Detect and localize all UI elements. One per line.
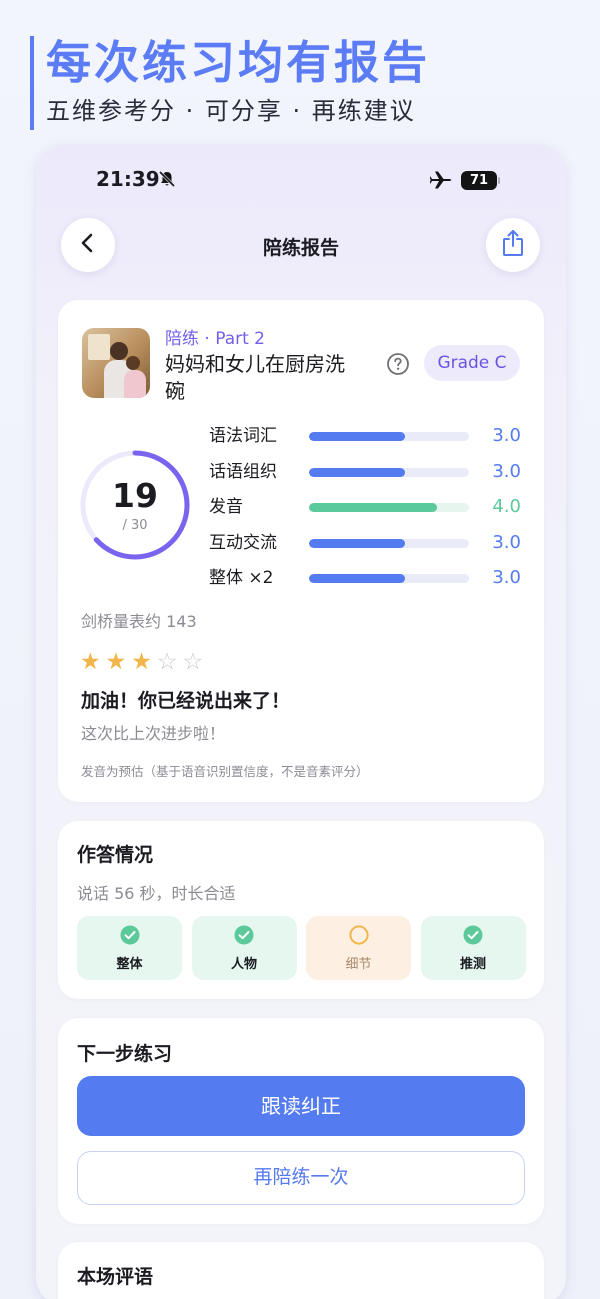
dimension-value: 3.0 <box>492 460 521 482</box>
coverage-chip: 细节 <box>306 916 411 980</box>
coverage-chip-label: 细节 <box>345 956 372 972</box>
status-bar: 21:39 71 <box>36 167 566 197</box>
promo-banner: 每次练习均有报告 五维参考分 · 可分享 · 再练建议 <box>30 36 430 130</box>
check-circle-icon <box>463 925 483 949</box>
bell-slash-icon <box>158 170 176 192</box>
progress-note: 这次比上次进步啦！ <box>81 724 226 743</box>
status-time: 21:39 <box>96 167 160 191</box>
check-circle-icon <box>120 925 140 949</box>
next-title: 下一步练习 <box>77 1043 173 1065</box>
dimension-label: 语法词汇 <box>209 426 277 446</box>
coverage-chip-label: 人物 <box>230 956 257 972</box>
dimension-value: 4.0 <box>492 496 521 517</box>
dimension-bar <box>309 574 469 583</box>
task-thumbnail <box>82 328 150 398</box>
task-title: 妈妈和女儿在厨房洗碗 <box>165 352 345 403</box>
score-card: 陪练 · Part 2 妈妈和女儿在厨房洗碗 Grade C 19 / 30 语… <box>58 300 544 802</box>
comment-card: 本场评语 <box>58 1242 544 1299</box>
coverage-chip-label: 整体 <box>116 956 143 972</box>
coverage-chip: 推测 <box>420 916 526 980</box>
dimension-bar-fill <box>309 574 405 583</box>
cambridge-scale: 剑桥量表约 143 <box>81 612 197 631</box>
dimension-label: 互动交流 <box>209 532 277 553</box>
score-value: 19 <box>112 476 158 515</box>
star-rating: ★★★☆☆ <box>80 648 208 676</box>
dimension-bar <box>309 432 469 441</box>
pending-circle-icon <box>348 924 369 949</box>
practice-again-button[interactable]: 再陪练一次 <box>77 1151 525 1205</box>
check-circle-icon <box>234 925 254 949</box>
next-practice-card: 下一步练习 跟读纠正 再陪练一次 <box>58 1018 544 1224</box>
star-filled-icon: ★ <box>105 649 132 675</box>
comment-title: 本场评语 <box>77 1266 154 1288</box>
dimension-value: 3.0 <box>492 425 521 446</box>
battery-icon: 71 <box>461 171 500 190</box>
dimension-bar-fill <box>309 467 405 477</box>
dimension-label: 话语组织 <box>209 461 277 482</box>
star-filled-icon: ★ <box>131 649 157 675</box>
speech-duration: 说话 56 秒，时长合适 <box>77 884 236 903</box>
dimension-row: 话语组织 3.0 <box>209 460 521 484</box>
dimension-value: 3.0 <box>492 531 521 553</box>
coverage-chip-label: 推测 <box>459 956 486 972</box>
promo-title: 每次练习均有报告 <box>46 36 431 89</box>
answer-card: 作答情况 说话 56 秒，时长合适 整体 人物 细节 推测 <box>58 821 544 999</box>
phone-screen: 21:39 71 陪练报告 陪练 · Part 2 妈妈和女儿在厨房洗碗 Gra… <box>36 145 566 1299</box>
follow-read-button[interactable]: 跟读纠正 <box>77 1076 525 1136</box>
promo-subtitle: 五维参考分 · 可分享 · 再练建议 <box>46 97 416 125</box>
dimension-bar <box>309 467 469 477</box>
question-circle-icon[interactable] <box>386 352 410 380</box>
star-empty-icon: ☆ <box>156 649 183 675</box>
dimension-bar-fill <box>309 538 405 548</box>
dimension-bar-fill <box>309 432 405 441</box>
cheer-message: 加油！你已经说出来了！ <box>81 690 291 712</box>
airplane-icon <box>429 170 452 194</box>
dimension-bar <box>309 503 469 512</box>
coverage-chip: 人物 <box>191 916 297 980</box>
star-empty-icon: ☆ <box>182 649 209 675</box>
dimension-bar-fill <box>309 503 437 512</box>
share-button[interactable] <box>486 218 540 272</box>
dimension-row: 互动交流 3.0 <box>209 531 521 555</box>
coverage-chip: 整体 <box>77 916 182 980</box>
share-icon <box>500 229 526 261</box>
dimension-bar <box>309 538 469 548</box>
grade-badge: Grade C <box>424 345 520 381</box>
answer-title: 作答情况 <box>77 844 154 866</box>
task-kicker: 陪练 · Part 2 <box>165 329 265 349</box>
score-total: / 30 <box>122 518 148 533</box>
dimension-row: 语法词汇 3.0 <box>209 424 521 448</box>
dimension-label: 发音 <box>209 497 243 517</box>
dimension-row: 发音 4.0 <box>209 495 521 519</box>
dimension-label: 整体 ×2 <box>209 568 274 588</box>
star-filled-icon: ★ <box>80 649 106 675</box>
dimension-row: 整体 ×2 3.0 <box>209 566 521 590</box>
dimension-value: 3.0 <box>492 567 521 588</box>
pronunciation-disclaimer: 发音为预估（基于语音识别置信度，不是音素评分） <box>81 764 369 779</box>
